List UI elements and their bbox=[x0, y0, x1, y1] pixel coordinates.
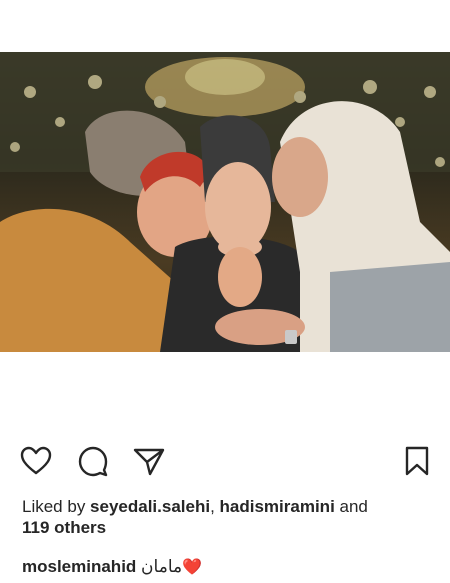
red-heart-icon: ❤️ bbox=[182, 559, 203, 576]
post-action-bar bbox=[0, 440, 450, 480]
liked-others-link[interactable]: 119 others bbox=[22, 518, 106, 537]
post-photo[interactable] bbox=[0, 52, 450, 352]
bookmark-icon[interactable] bbox=[400, 444, 434, 478]
caption-text: مامان bbox=[141, 557, 183, 576]
liked-username-2[interactable]: hadismiramini bbox=[220, 497, 335, 516]
heart-outline-icon[interactable] bbox=[19, 444, 53, 478]
liked-by-prefix: Liked by bbox=[22, 497, 91, 516]
liked-separator: , bbox=[210, 497, 220, 516]
speech-bubble-icon[interactable] bbox=[76, 444, 110, 478]
caption-username[interactable]: mosleminahid bbox=[22, 557, 136, 576]
likes-summary: Liked by seyedali.salehi, hadismiramini … bbox=[22, 496, 442, 538]
liked-and: and bbox=[334, 497, 368, 516]
post-caption: mosleminahid مامان❤️ bbox=[22, 556, 442, 579]
liked-username-1[interactable]: seyedali.salehi bbox=[90, 497, 210, 516]
paper-plane-icon[interactable] bbox=[132, 444, 166, 478]
